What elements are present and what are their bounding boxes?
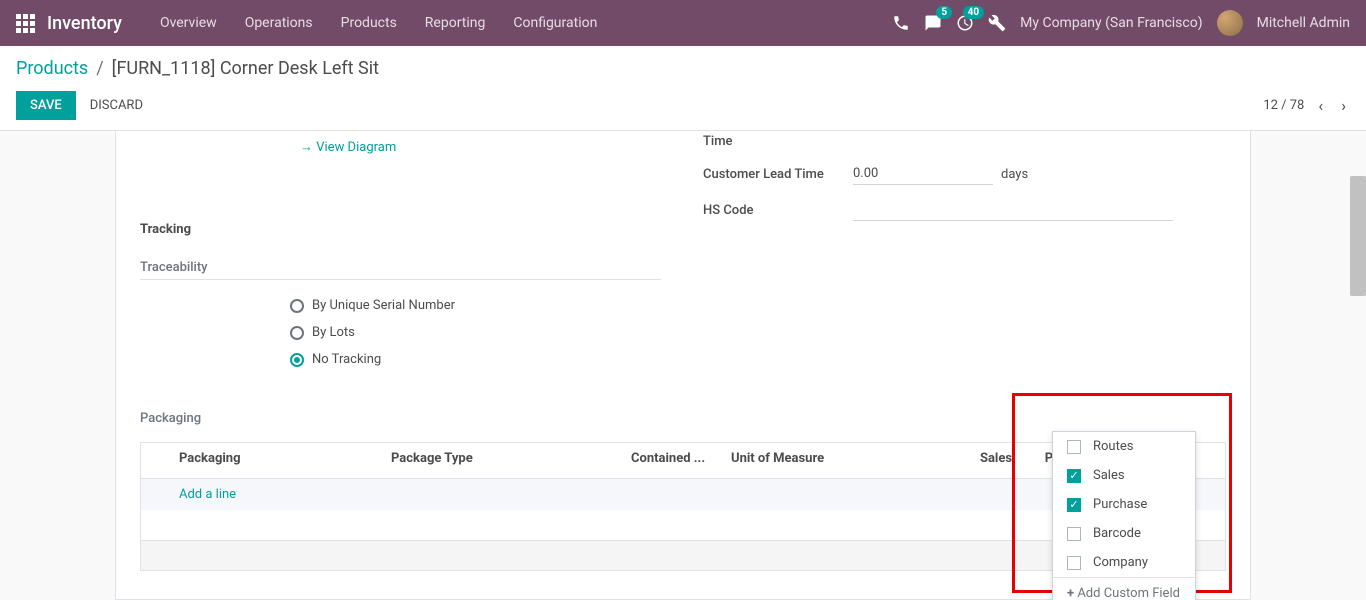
control-panel: Products / [FURN_1118] Corner Desk Left … [0,46,1366,131]
breadcrumb-root[interactable]: Products [16,58,88,79]
nav-operations[interactable]: Operations [231,15,327,31]
checkbox-icon [1067,527,1081,541]
tracking-label: Tracking [140,222,290,373]
tracking-serial-label: By Unique Serial Number [312,298,455,313]
lead-time-unit: days [1001,167,1028,182]
app-brand[interactable]: Inventory [47,13,122,34]
nav-configuration[interactable]: Configuration [499,15,611,31]
radio-icon [290,326,304,340]
lead-time-label: Customer Lead Time [703,167,853,182]
col-contained[interactable]: Contained ... [621,443,721,478]
top-navbar: Inventory Overview Operations Products R… [0,0,1366,46]
scrollbar-thumb[interactable] [1350,176,1366,296]
pager-next[interactable]: › [1337,96,1350,115]
col-sales[interactable]: Sales [961,443,1031,478]
apps-icon[interactable] [16,14,35,33]
breadcrumb: Products / [FURN_1118] Corner Desk Left … [16,58,1350,79]
dd-label: Routes [1093,439,1133,454]
wrench-icon[interactable] [988,14,1006,32]
tracking-none-label: No Tracking [312,352,381,367]
checkbox-icon: ✓ [1067,469,1081,483]
company-switcher[interactable]: My Company (San Francisco) [1020,15,1202,31]
activity-icon-wrap[interactable]: 40 [956,14,974,32]
activity-badge: 40 [963,6,984,19]
radio-icon [290,353,304,367]
col-package-type[interactable]: Package Type [381,443,621,478]
radio-icon [290,299,304,313]
add-line-link[interactable]: Add a line [179,487,236,502]
dd-company[interactable]: Company [1053,548,1195,577]
pager-prev[interactable]: ‹ [1314,96,1327,115]
add-custom-field[interactable]: Add Custom Field [1053,578,1195,600]
messages-badge: 5 [936,6,952,19]
nav-menu: Overview Operations Products Reporting C… [146,15,611,31]
phone-icon[interactable] [892,14,910,32]
dd-barcode[interactable]: Barcode [1053,519,1195,548]
tracking-serial-option[interactable]: By Unique Serial Number [290,292,455,319]
nav-overview[interactable]: Overview [146,15,231,31]
dd-label: Company [1093,555,1148,570]
dd-label: Barcode [1093,526,1141,541]
nav-reporting[interactable]: Reporting [411,15,500,31]
breadcrumb-separator: / [96,58,103,79]
user-avatar[interactable] [1217,10,1243,36]
lead-time-input[interactable] [853,163,993,185]
hs-code-label: HS Code [703,203,853,218]
messages-icon-wrap[interactable]: 5 [924,14,942,32]
dd-label: Sales [1093,468,1125,483]
checkbox-icon: ✓ [1067,498,1081,512]
pager-text: 12 / 78 [1263,98,1304,113]
user-name[interactable]: Mitchell Admin [1257,15,1350,31]
columns-dropdown: Routes ✓ Sales ✓ Purchase Barcode Compan… [1052,431,1196,600]
dd-label: Purchase [1093,497,1147,512]
col-uom[interactable]: Unit of Measure [721,443,961,478]
dd-sales[interactable]: ✓ Sales [1053,461,1195,490]
packaging-header: Packaging [140,411,1226,430]
nav-products[interactable]: Products [327,15,411,31]
dd-purchase[interactable]: ✓ Purchase [1053,490,1195,519]
save-button[interactable]: SAVE [16,91,76,120]
hs-code-input[interactable] [853,199,1173,221]
time-label: Time [703,134,853,149]
breadcrumb-current: [FURN_1118] Corner Desk Left Sit [112,58,379,79]
tracking-none-option[interactable]: No Tracking [290,346,455,373]
form-sheet: View Diagram Time Customer Lead Time day… [115,131,1251,600]
content-area: View Diagram Time Customer Lead Time day… [0,131,1366,600]
tracking-lots-option[interactable]: By Lots [290,319,455,346]
nav-right: 5 40 My Company (San Francisco) Mitchell… [892,10,1350,36]
checkbox-icon [1067,440,1081,454]
pager: 12 / 78 ‹ › [1263,96,1350,115]
col-packaging[interactable]: Packaging [141,443,381,478]
view-diagram-link[interactable]: View Diagram [300,139,663,155]
dd-routes[interactable]: Routes [1053,432,1195,461]
tracking-lots-label: By Lots [312,325,355,340]
discard-button[interactable]: DISCARD [90,98,143,113]
checkbox-icon [1067,556,1081,570]
